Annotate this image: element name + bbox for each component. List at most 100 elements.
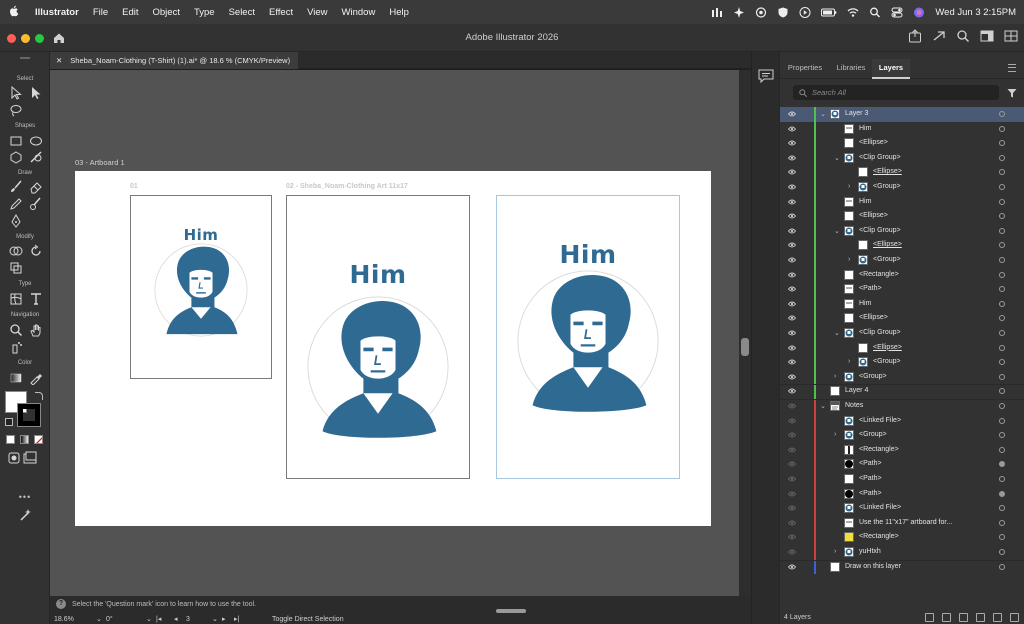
control-center-icon[interactable]: [891, 7, 903, 18]
ellipse-tool-icon[interactable]: [29, 134, 43, 148]
selection-tool-icon[interactable]: [9, 86, 23, 100]
target-circle-icon[interactable]: [999, 563, 1005, 570]
filter-icon[interactable]: [1007, 88, 1017, 98]
next-artboard-icon[interactable]: ▸: [218, 615, 230, 623]
create-sublayer-icon[interactable]: [976, 613, 985, 622]
equalizer-icon[interactable]: [711, 7, 723, 18]
target-circle-icon[interactable]: [999, 417, 1005, 424]
layer-name[interactable]: <Path>: [859, 460, 882, 467]
layer-name[interactable]: <Path>: [859, 490, 882, 497]
layer-row[interactable]: › <Group>: [780, 369, 1024, 385]
menu-item-object[interactable]: Object: [146, 7, 187, 18]
layer-row[interactable]: › yuHtxh: [780, 545, 1024, 560]
target-circle-icon[interactable]: [999, 169, 1005, 176]
target-circle-icon[interactable]: [999, 373, 1005, 380]
target-circle-icon[interactable]: [999, 490, 1005, 497]
shield-icon[interactable]: [777, 7, 789, 18]
layer-name[interactable]: Notes: [845, 402, 863, 409]
visibility-eye-icon[interactable]: [787, 447, 797, 453]
layer-row[interactable]: ⌄ Notes: [780, 399, 1024, 414]
target-circle-icon[interactable]: [999, 359, 1005, 366]
battery-icon[interactable]: [821, 7, 837, 18]
layer-name[interactable]: <Ellipse>: [859, 212, 888, 219]
visibility-eye-icon[interactable]: [787, 432, 797, 438]
layer-name[interactable]: Him: [859, 125, 871, 132]
layer-row[interactable]: › <Group>: [780, 253, 1024, 268]
tab-layers[interactable]: Layers: [872, 59, 910, 79]
layer-name[interactable]: <Group>: [873, 358, 901, 365]
share-icon[interactable]: [908, 29, 922, 43]
layer-row[interactable]: Him: [780, 121, 1024, 137]
zoom-dropdown-icon[interactable]: ⌄: [92, 615, 102, 623]
play-icon[interactable]: [799, 6, 811, 18]
visibility-eye-icon[interactable]: [787, 461, 797, 467]
document-tab[interactable]: ✕ Sheba_Noam-Clothing (T-Shirt) (1).ai* …: [50, 52, 299, 69]
layer-row[interactable]: Him: [780, 194, 1024, 210]
shape-builder-tool-icon[interactable]: [9, 244, 23, 258]
layer-row[interactable]: Draw on this layer: [780, 559, 1024, 575]
expand-arrow-open-icon[interactable]: ⌄: [820, 110, 826, 118]
layer-row[interactable]: <Ellipse>: [780, 136, 1024, 151]
gradient-tool-icon[interactable]: [9, 371, 23, 385]
workspace-switcher-icon[interactable]: [980, 29, 994, 43]
free-transform-tool-icon[interactable]: [9, 261, 23, 275]
layer-name[interactable]: <Clip Group>: [859, 329, 901, 336]
target-circle-icon[interactable]: [999, 388, 1005, 395]
target-circle-icon[interactable]: [999, 446, 1005, 453]
target-circle-icon[interactable]: [999, 125, 1005, 132]
visibility-eye-icon[interactable]: [787, 374, 797, 380]
menu-item-help[interactable]: Help: [382, 7, 416, 18]
layer-name[interactable]: Use the 11"x17" artboard for...: [859, 519, 952, 526]
target-circle-icon[interactable]: [999, 476, 1005, 482]
zoom-level-field[interactable]: 18.6%: [50, 616, 92, 623]
expand-arrow-closed-icon[interactable]: ›: [834, 548, 836, 555]
visibility-eye-icon[interactable]: [787, 155, 797, 161]
layer-name[interactable]: <Ellipse>: [859, 314, 888, 321]
target-circle-icon[interactable]: [999, 227, 1005, 234]
menu-item-window[interactable]: Window: [335, 7, 383, 18]
expand-arrow-open-icon[interactable]: ⌄: [834, 154, 840, 162]
visibility-eye-icon[interactable]: [787, 301, 797, 307]
type-tool-icon[interactable]: [29, 292, 43, 306]
apple-icon[interactable]: [0, 5, 28, 20]
layer-row[interactable]: <Ellipse>: [780, 340, 1024, 356]
menubar-clock[interactable]: Wed Jun 3 2:15PM: [935, 7, 1016, 18]
layers-search-input[interactable]: Search All: [793, 85, 999, 100]
symbol-sprayer-tool-icon[interactable]: [9, 340, 23, 354]
layer-row[interactable]: ⌄ <Clip Group>: [780, 150, 1024, 166]
visibility-eye-icon[interactable]: [787, 330, 797, 336]
layer-name[interactable]: <Ellipse>: [873, 344, 902, 351]
layer-name[interactable]: <Rectangle>: [859, 446, 899, 453]
siri-icon[interactable]: [913, 7, 925, 18]
visibility-eye-icon[interactable]: [787, 549, 797, 555]
visibility-eye-icon[interactable]: [787, 388, 797, 394]
artboard-number-field[interactable]: 3: [182, 616, 208, 623]
layer-name[interactable]: <Ellipse>: [873, 241, 902, 248]
layer-name[interactable]: <Clip Group>: [859, 154, 901, 161]
layer-row[interactable]: <Rectangle>: [780, 530, 1024, 545]
layer-name[interactable]: Layer 4: [845, 387, 868, 394]
rotation-dropdown-icon[interactable]: ⌄: [142, 615, 152, 623]
target-circle-icon[interactable]: [999, 300, 1005, 307]
visibility-eye-icon[interactable]: [787, 228, 797, 234]
visibility-eye-icon[interactable]: [787, 505, 797, 511]
layer-row[interactable]: <Ellipse>: [780, 311, 1024, 326]
visibility-eye-icon[interactable]: [787, 213, 797, 219]
target-circle-icon[interactable]: [999, 315, 1005, 322]
scrollbar-thumb[interactable]: [741, 338, 749, 356]
eraser-tool-icon[interactable]: [29, 180, 43, 194]
layer-name[interactable]: <Path>: [859, 285, 882, 292]
previous-artboard-icon[interactable]: ◂: [170, 615, 182, 623]
pen-tool-icon[interactable]: [9, 214, 23, 228]
expand-arrow-open-icon[interactable]: ⌄: [820, 402, 826, 410]
layer-row[interactable]: Him: [780, 296, 1024, 312]
expand-arrow-closed-icon[interactable]: ›: [834, 373, 836, 380]
layer-row[interactable]: <Ellipse>: [780, 165, 1024, 180]
paintbrush-tool-icon[interactable]: [9, 180, 23, 194]
visibility-eye-icon[interactable]: [787, 140, 797, 146]
layer-name[interactable]: <Path>: [859, 475, 882, 482]
visibility-eye-icon[interactable]: [787, 476, 797, 482]
expand-arrow-open-icon[interactable]: ⌄: [834, 329, 840, 337]
question-mark-icon[interactable]: ?: [56, 599, 66, 609]
rotation-field[interactable]: 0°: [102, 616, 142, 623]
